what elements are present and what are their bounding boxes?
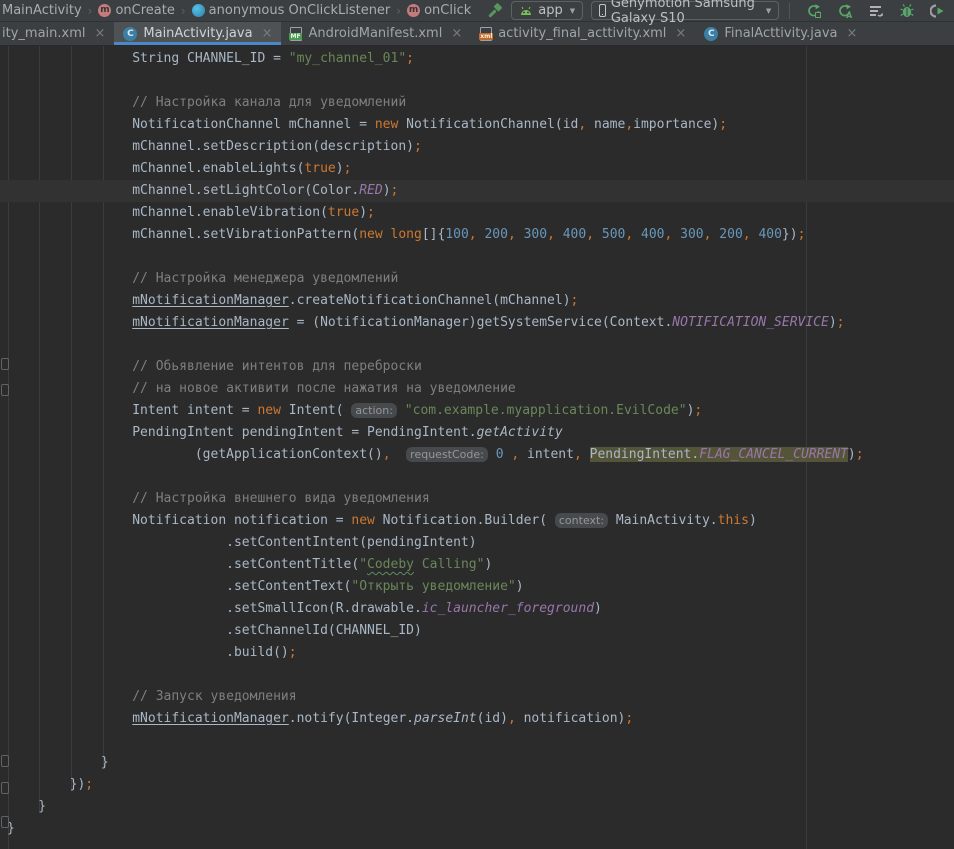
- close-icon[interactable]: ×: [94, 26, 105, 41]
- code-area[interactable]: String CHANNEL_ID = "my_channel_01"; // …: [0, 46, 954, 840]
- breadcrumb-item-onclick[interactable]: m onClick: [407, 3, 471, 18]
- code-line[interactable]: mNotificationManager.notify(Integer.pars…: [0, 708, 954, 730]
- breadcrumb-label: onClick: [424, 3, 471, 18]
- tab-activity-main-xml[interactable]: ity_main.xml ×: [0, 22, 114, 45]
- code-line[interactable]: // на новое активити после нажатия на ув…: [0, 378, 954, 400]
- run-configuration-label: app: [538, 3, 562, 18]
- code-line[interactable]: .build();: [0, 642, 954, 664]
- code-line[interactable]: Intent intent = new Intent( action: "com…: [0, 400, 954, 422]
- main-toolbar: MainActivity › m onCreate › anonymous On…: [0, 0, 954, 22]
- code-editor[interactable]: String CHANNEL_ID = "my_channel_01"; // …: [0, 46, 954, 849]
- code-line[interactable]: (getApplicationContext(), requestCode: 0…: [0, 444, 954, 466]
- fold-marker[interactable]: [1, 782, 9, 794]
- code-line[interactable]: // Настройка канала для уведомлений: [0, 92, 954, 114]
- chevron-down-icon: ▼: [570, 7, 575, 15]
- parameter-hint: action:: [351, 403, 397, 418]
- build-hammer-icon[interactable]: [487, 1, 503, 21]
- toolbar-separator: [789, 3, 790, 19]
- close-icon[interactable]: ×: [262, 26, 273, 41]
- breadcrumb: MainActivity › m onCreate › anonymous On…: [2, 3, 471, 18]
- breadcrumb-separator-icon: ›: [87, 4, 94, 18]
- breadcrumb-item-oncreate[interactable]: m onCreate: [98, 3, 174, 18]
- code-line[interactable]: mChannel.setDescription(description);: [0, 136, 954, 158]
- code-line[interactable]: [0, 334, 954, 356]
- xml-file-icon: xml: [480, 27, 492, 41]
- code-line[interactable]: .setSmallIcon(R.drawable.ic_launcher_for…: [0, 598, 954, 620]
- apply-changes-icon[interactable]: A: [835, 1, 855, 21]
- code-line[interactable]: .setChannelId(CHANNEL_ID): [0, 620, 954, 642]
- attach-debugger-icon[interactable]: [928, 1, 948, 21]
- breadcrumb-separator-icon: ›: [395, 4, 402, 18]
- tab-androidmanifest-xml[interactable]: MF AndroidManifest.xml ×: [281, 22, 471, 45]
- code-line[interactable]: [0, 664, 954, 686]
- svg-text:A: A: [846, 11, 853, 19]
- code-line[interactable]: [0, 730, 954, 752]
- tab-label: MainActivity.java: [143, 26, 252, 41]
- toolbar-actions: A: [804, 1, 948, 21]
- code-line[interactable]: NotificationChannel mChannel = new Notif…: [0, 114, 954, 136]
- tab-label: FinalActtivity.java: [724, 26, 837, 41]
- close-icon[interactable]: ×: [847, 26, 858, 41]
- code-line[interactable]: mChannel.setVibrationPattern(new long[]{…: [0, 224, 954, 246]
- code-line[interactable]: });: [0, 774, 954, 796]
- code-line[interactable]: .setContentTitle("Codeby Calling"): [0, 554, 954, 576]
- java-class-icon: C: [123, 27, 137, 41]
- code-line[interactable]: mChannel.enableLights(true);: [0, 158, 954, 180]
- tab-finalacttivity-java[interactable]: C FinalActtivity.java ×: [695, 22, 866, 45]
- method-icon: m: [407, 4, 420, 17]
- code-line[interactable]: [0, 246, 954, 268]
- code-line[interactable]: [0, 70, 954, 92]
- code-line[interactable]: mNotificationManager = (NotificationMana…: [0, 312, 954, 334]
- tab-mainactivity-java[interactable]: C MainActivity.java ×: [114, 22, 281, 45]
- breadcrumb-label: anonymous OnClickListener: [209, 3, 391, 18]
- code-line[interactable]: .setContentIntent(pendingIntent): [0, 532, 954, 554]
- run-configuration-select[interactable]: app ▼: [511, 1, 583, 20]
- editor-tab-bar: ity_main.xml × C MainActivity.java × MF …: [0, 22, 954, 46]
- breadcrumb-item-anonymous-class[interactable]: anonymous OnClickListener: [192, 3, 391, 18]
- manifest-file-icon: MF: [290, 27, 302, 41]
- code-line[interactable]: }: [0, 752, 954, 774]
- run-icon[interactable]: [804, 1, 824, 21]
- fold-marker[interactable]: [1, 384, 9, 396]
- phone-icon: [599, 4, 606, 17]
- fold-marker[interactable]: [1, 816, 9, 828]
- tab-label: AndroidManifest.xml: [308, 26, 442, 41]
- code-line[interactable]: mChannel.setLightColor(Color.RED);: [0, 180, 954, 202]
- code-line[interactable]: Notification notification = new Notifica…: [0, 510, 954, 532]
- method-icon: m: [98, 4, 111, 17]
- code-line[interactable]: // Обьявление интентов для переброски: [0, 356, 954, 378]
- java-class-icon: C: [704, 27, 718, 41]
- code-line[interactable]: // Настройка внешнего вида уведомления: [0, 488, 954, 510]
- fold-marker[interactable]: [1, 358, 9, 370]
- breadcrumb-label: MainActivity: [2, 3, 82, 18]
- debug-icon[interactable]: [897, 1, 917, 21]
- code-line[interactable]: mChannel.enableVibration(true);: [0, 202, 954, 224]
- code-line[interactable]: }: [0, 796, 954, 818]
- android-icon: [519, 6, 533, 16]
- anonymous-class-icon: [192, 4, 205, 17]
- code-line[interactable]: // Настройка менеджера уведомлений: [0, 268, 954, 290]
- code-line[interactable]: [0, 466, 954, 488]
- tab-label: ity_main.xml: [2, 26, 85, 41]
- apply-code-changes-icon[interactable]: [866, 1, 886, 21]
- breadcrumb-item-class[interactable]: MainActivity: [2, 3, 82, 18]
- breadcrumb-separator-icon: ›: [180, 4, 187, 18]
- device-select[interactable]: Genymotion Samsung Galaxy S10 ▼: [591, 1, 779, 20]
- chevron-down-icon: ▼: [766, 7, 771, 15]
- close-icon[interactable]: ×: [675, 26, 686, 41]
- fold-marker[interactable]: [1, 755, 9, 767]
- code-line[interactable]: mNotificationManager.createNotificationC…: [0, 290, 954, 312]
- tab-activity-final-acttivity-xml[interactable]: xml activity_final_acttivity.xml ×: [471, 22, 695, 45]
- breadcrumb-label: onCreate: [115, 3, 174, 18]
- parameter-hint: context:: [555, 513, 608, 528]
- code-line[interactable]: PendingIntent pendingIntent = PendingInt…: [0, 422, 954, 444]
- tab-label: activity_final_acttivity.xml: [498, 26, 666, 41]
- code-line[interactable]: // Запуск уведомления: [0, 686, 954, 708]
- parameter-hint: requestCode:: [406, 447, 488, 462]
- code-line[interactable]: .setContentText("Открыть уведомление"): [0, 576, 954, 598]
- close-icon[interactable]: ×: [451, 26, 462, 41]
- code-line[interactable]: }: [0, 818, 954, 840]
- code-line[interactable]: String CHANNEL_ID = "my_channel_01";: [0, 48, 954, 70]
